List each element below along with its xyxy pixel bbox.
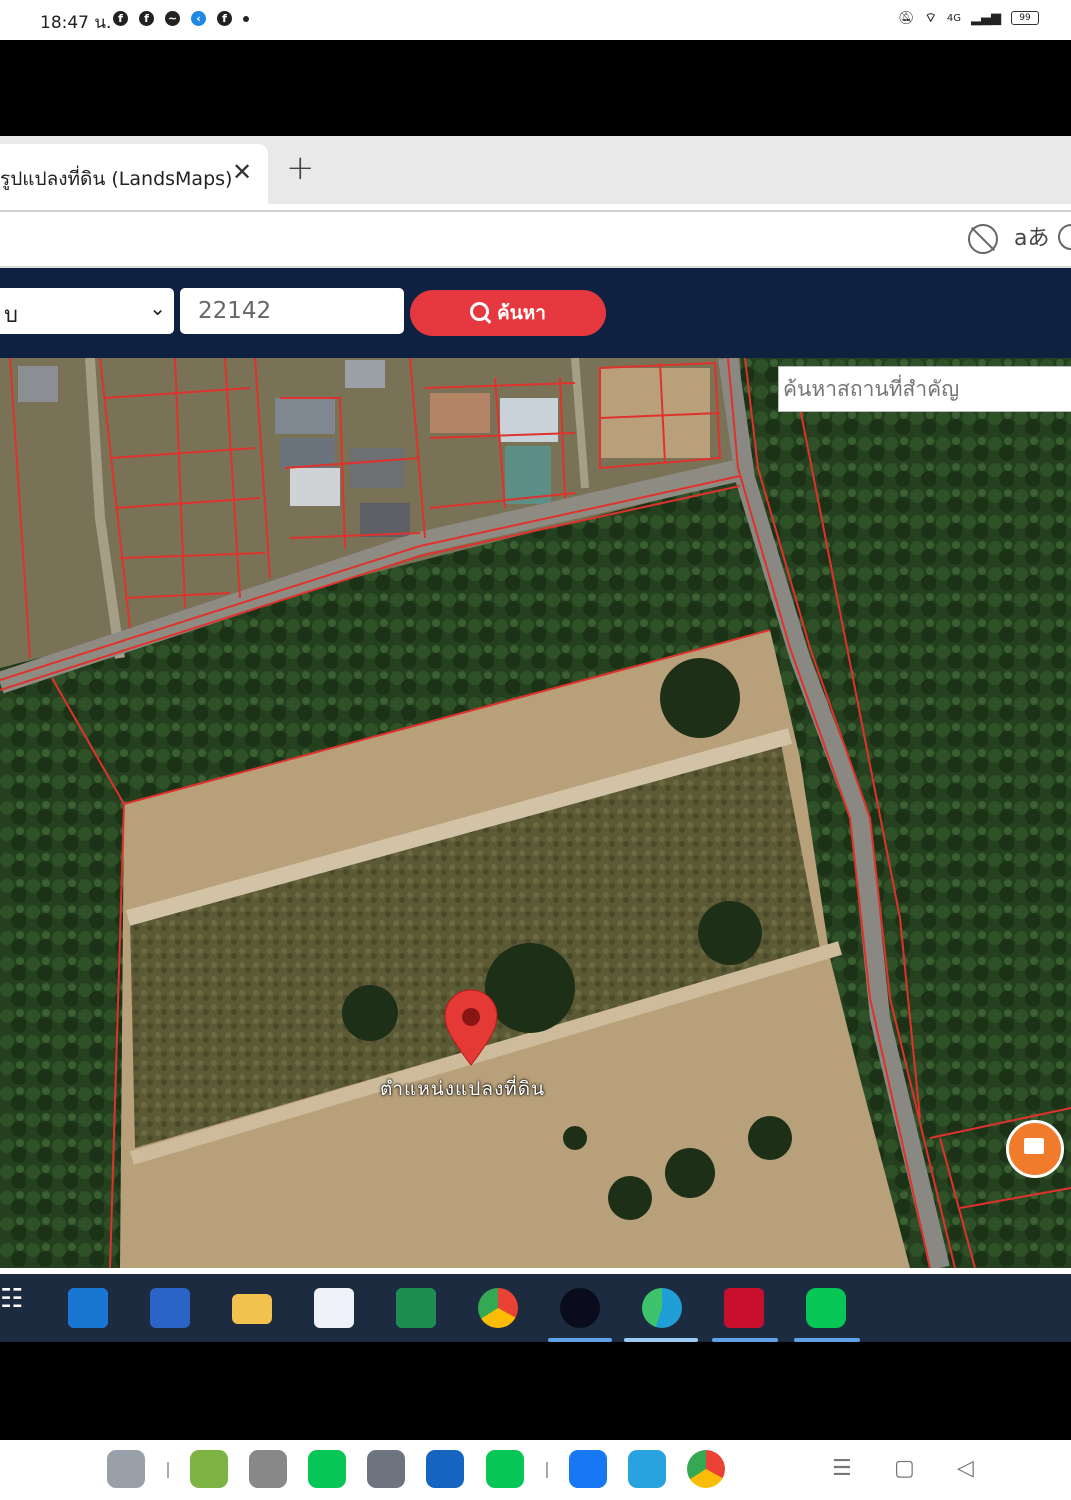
webex-icon[interactable] (560, 1288, 600, 1328)
browser-tab-strip: รูปแปลงที่ดิน (LandsMaps) ✕ + (0, 136, 1071, 204)
excel-icon[interactable] (396, 1288, 436, 1328)
battery-icon: 99 (1011, 11, 1039, 25)
back-nav[interactable]: ◁ (957, 1456, 974, 1481)
more-icon[interactable] (1058, 224, 1071, 250)
dot-icon (243, 15, 249, 22)
chevron-down-icon: ⌄ (149, 296, 166, 320)
volte-icon: 4G (946, 12, 961, 24)
map-view[interactable]: ตำแหน่งแปลงที่ดิน (0, 358, 1071, 1268)
word-icon[interactable] (150, 1288, 190, 1328)
letterbox-top (0, 40, 1071, 136)
status-bar: 18:47 น. f f ~ ‹ f 🔕︎ ⌔ 4G ▂▄▆ 99 (0, 0, 1071, 40)
widgets-icon[interactable]: ☷ (0, 1284, 23, 1324)
file-explorer-icon[interactable] (232, 1294, 272, 1324)
line-icon[interactable] (486, 1450, 524, 1488)
cafe-poi-icon[interactable] (1006, 1120, 1064, 1178)
chrome-icon[interactable] (687, 1450, 725, 1488)
translate-icon[interactable]: aあ (1014, 220, 1049, 252)
facebook-icon: f (139, 11, 154, 26)
search-icon (470, 302, 490, 321)
chrome-icon[interactable] (478, 1288, 518, 1328)
close-tab-icon[interactable]: ✕ (232, 158, 252, 186)
app-icon[interactable] (426, 1450, 464, 1488)
line-icon[interactable] (308, 1450, 346, 1488)
system-icons: 🔕︎ ⌔ 4G ▂▄▆ 99 (898, 10, 1039, 26)
letterbox-bottom (0, 1342, 1071, 1440)
edge-icon[interactable] (642, 1288, 682, 1328)
place-search-input[interactable] (778, 366, 1071, 412)
app-icon: ‹ (191, 11, 206, 26)
tab-title: รูปแปลงที่ดิน (LandsMaps) (0, 168, 233, 190)
app-drawer-icon[interactable] (107, 1450, 145, 1488)
dock-separator (546, 1462, 548, 1478)
search-type-select[interactable]: บ ⌄ (0, 288, 174, 334)
tracking-prevention-icon[interactable] (968, 224, 998, 254)
facebook-icon: f (113, 11, 128, 26)
signal-icon: ▂▄▆ (971, 10, 1001, 26)
select-value: บ (4, 303, 18, 328)
browser-address-bar: aあ (0, 204, 1071, 268)
new-tab-icon[interactable]: + (286, 148, 315, 188)
messenger-icon: ~ (165, 11, 180, 26)
parcel-number-input[interactable] (180, 288, 404, 334)
line-icon[interactable] (806, 1288, 846, 1328)
dock-separator (167, 1462, 169, 1478)
android-dock: ☰ ▢ ◁ (0, 1440, 1071, 1500)
status-time: 18:47 น. (40, 13, 112, 33)
home-nav[interactable]: ▢ (894, 1456, 915, 1481)
mute-icon: 🔕︎ (898, 10, 915, 26)
settings-icon[interactable] (367, 1450, 405, 1488)
marker-label: ตำแหน่งแปลงที่ดิน (380, 1078, 546, 1100)
mcafee-icon[interactable] (724, 1288, 764, 1328)
maps-icon[interactable] (628, 1450, 666, 1488)
recents-nav[interactable]: ☰ (832, 1456, 852, 1481)
outlook-icon[interactable] (68, 1288, 108, 1328)
notification-icons: f f ~ ‹ f (113, 11, 249, 26)
browser-tab[interactable]: รูปแปลงที่ดิน (LandsMaps) ✕ (0, 144, 268, 204)
facebook-icon[interactable] (569, 1450, 607, 1488)
lands-dept-icon[interactable] (190, 1450, 228, 1488)
search-button-label: ค้นหา (497, 302, 546, 324)
facebook-icon: f (217, 11, 232, 26)
satellite-imagery (0, 358, 1071, 1268)
camera-icon[interactable] (249, 1450, 287, 1488)
wifi-icon: ⌔ (924, 11, 937, 26)
search-button[interactable]: ค้นหา (410, 290, 606, 336)
site-search-bar: บ ⌄ ค้นหา (0, 268, 1071, 358)
microsoft-store-icon[interactable] (314, 1288, 354, 1328)
windows-taskbar: ☷ (0, 1268, 1071, 1342)
divider (0, 210, 1071, 212)
